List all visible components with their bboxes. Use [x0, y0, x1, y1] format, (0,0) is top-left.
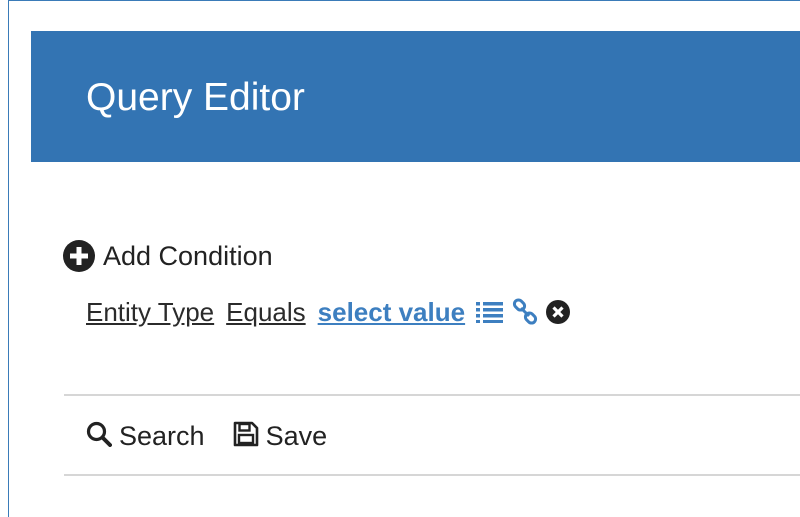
condition-operator-link[interactable]: Equals [226, 297, 306, 328]
condition-value-link[interactable]: select value [318, 297, 465, 328]
search-button[interactable]: Search [86, 421, 205, 452]
save-icon [233, 421, 259, 452]
save-button[interactable]: Save [233, 420, 328, 452]
add-condition-button[interactable]: Add Condition [63, 238, 273, 274]
link-icon[interactable] [511, 298, 539, 326]
remove-circle-icon[interactable] [545, 299, 571, 325]
list-icon[interactable] [475, 300, 505, 324]
toolbar: Search Save [86, 418, 355, 454]
condition-field-link[interactable]: Entity Type [86, 297, 214, 328]
search-icon [86, 421, 112, 452]
divider-bottom [64, 474, 800, 476]
header-bar: Query Editor [31, 31, 800, 162]
add-condition-label: Add Condition [103, 240, 273, 271]
search-label: Search [119, 420, 205, 451]
divider-top [64, 394, 800, 396]
plus-circle-icon [63, 240, 95, 272]
save-label: Save [265, 420, 328, 451]
page-title: Query Editor [86, 76, 305, 119]
condition-row: Entity Type Equals select value [86, 294, 577, 330]
